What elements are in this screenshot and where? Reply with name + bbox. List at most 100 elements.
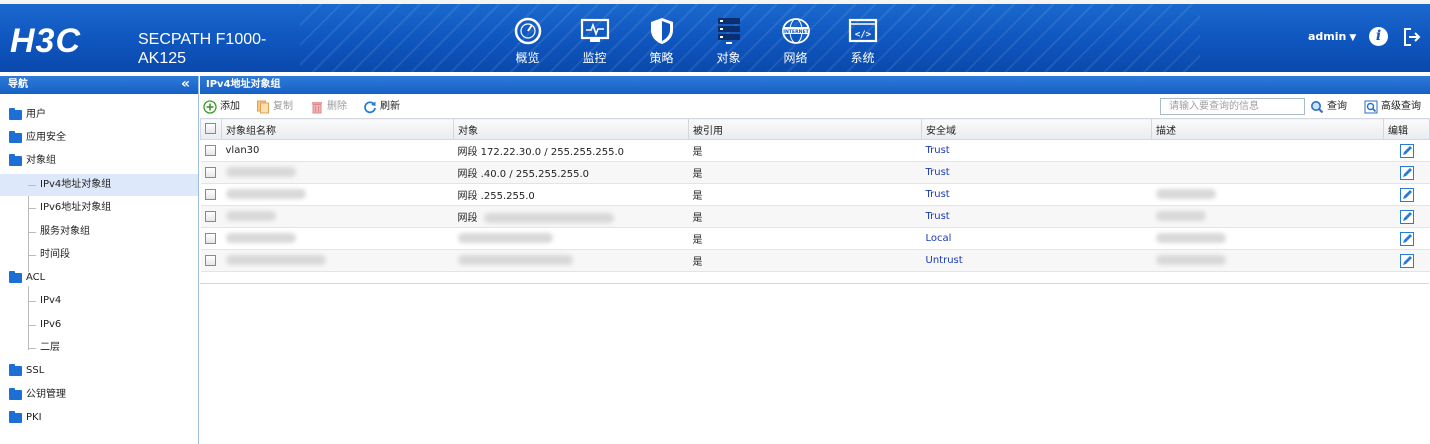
cell-referenced: 是 [688, 183, 922, 206]
cell-name [221, 205, 454, 228]
sidebar-item-label: PKI [26, 412, 42, 423]
cell-description [1151, 249, 1384, 272]
sidebar-item-label: IPv4地址对象组 [40, 179, 112, 190]
nav-system[interactable]: </> 系统 [829, 16, 896, 68]
row-checkbox[interactable] [200, 161, 222, 184]
cell-object: 网段 .40.0 / 255.255.255.0 [453, 161, 689, 184]
collapse-sidebar-icon[interactable]: « [181, 76, 190, 93]
sidebar-item-object-groups[interactable]: 对象组 [0, 150, 198, 172]
query-button[interactable]: 查询 [1310, 99, 1347, 115]
sidebar-item-label: 用户 [26, 109, 46, 120]
edit-button[interactable] [1383, 139, 1430, 162]
sidebar-item-acl[interactable]: ACL [0, 267, 198, 289]
monitor-icon [580, 16, 610, 46]
copy-button[interactable]: 复制 [256, 99, 293, 115]
redacted-text [1155, 233, 1226, 243]
column-header-zone[interactable]: 安全域 [921, 118, 1152, 140]
nav-objects[interactable]: 对象 [695, 16, 762, 68]
cell-zone[interactable]: Trust [921, 161, 1152, 184]
edit-button[interactable] [1383, 227, 1430, 250]
cell-name [221, 227, 454, 250]
sidebar-item-acl-ipv6[interactable]: IPv6 [0, 314, 198, 336]
table-row: 网段 .255.255.0 是 Trust [200, 183, 1430, 206]
nav-objects-label: 对象 [716, 51, 741, 65]
cell-referenced: 是 [688, 161, 922, 184]
row-checkbox[interactable] [200, 205, 222, 228]
delete-button[interactable]: 删除 [310, 99, 347, 115]
advanced-query-label: 高级查询 [1381, 101, 1421, 112]
logout-icon[interactable] [1403, 27, 1421, 47]
folder-icon [9, 108, 22, 120]
column-header-referenced[interactable]: 被引用 [688, 118, 922, 140]
refresh-button[interactable]: 刷新 [363, 99, 400, 115]
column-header-name[interactable]: 对象组名称 [221, 118, 454, 140]
sidebar-item-ssl[interactable]: SSL [0, 360, 198, 382]
tree-connector [28, 185, 36, 186]
redacted-text [1155, 189, 1216, 199]
sidebar-item-ipv4-address-group[interactable]: IPv4地址对象组 [0, 174, 198, 196]
sidebar-item-public-key[interactable]: 公钥管理 [0, 384, 198, 406]
sidebar-item-acl-ipv4[interactable]: IPv4 [0, 290, 198, 312]
row-checkbox[interactable] [200, 249, 222, 272]
nav-system-label: 系统 [850, 51, 875, 65]
sidebar-item-label: IPv6地址对象组 [40, 202, 112, 213]
sidebar-item-service-group[interactable]: 服务对象组 [0, 221, 198, 243]
dashboard-gauge-icon [513, 16, 543, 46]
query-label: 查询 [1327, 101, 1347, 112]
sidebar-item-users[interactable]: 用户 [0, 104, 198, 126]
cell-name [221, 249, 454, 272]
edit-icon [1399, 165, 1414, 180]
cell-referenced: 是 [688, 205, 922, 228]
folder-open-icon [9, 154, 22, 166]
nav-monitor[interactable]: 监控 [561, 16, 628, 68]
sidebar-item-label: 应用安全 [26, 132, 66, 143]
column-header-description[interactable]: 描述 [1151, 118, 1384, 140]
add-label: 添加 [220, 101, 240, 112]
shield-icon [647, 16, 677, 46]
cell-zone[interactable]: Trust [921, 183, 1152, 206]
sidebar-item-pki[interactable]: PKI [0, 407, 198, 429]
redacted-text [225, 189, 306, 199]
nav-network[interactable]: INTERNET 网络 [762, 16, 829, 68]
advanced-query-button[interactable]: 高级查询 [1364, 99, 1421, 115]
user-menu[interactable]: admin ▼ [1308, 30, 1356, 43]
nav-overview[interactable]: 概览 [494, 16, 561, 68]
cell-object: 网段 .255.255.0 [453, 183, 689, 206]
sidebar-item-label: IPv6 [40, 319, 62, 330]
sidebar-item-app-security[interactable]: 应用安全 [0, 127, 198, 149]
cell-description [1151, 205, 1384, 228]
internet-globe-icon: INTERNET [781, 16, 811, 46]
search-input[interactable] [1160, 98, 1305, 115]
object-group-table: 对象组名称 对象 被引用 安全域 描述 编辑 vlan30 网段 172.22.… [200, 118, 1430, 272]
folder-open-icon [9, 271, 22, 283]
edit-button[interactable] [1383, 205, 1430, 228]
sidebar-header: 导航 « [0, 76, 198, 94]
add-button[interactable]: 添加 [203, 99, 240, 115]
sidebar-item-label: 时间段 [40, 249, 70, 260]
row-checkbox[interactable] [200, 139, 222, 162]
cell-zone[interactable]: Local [921, 227, 1152, 250]
info-icon[interactable]: i [1369, 27, 1388, 46]
cell-zone[interactable]: Untrust [921, 249, 1152, 272]
cell-referenced: 是 [688, 227, 922, 250]
cell-description [1151, 227, 1384, 250]
nav-policy[interactable]: 策略 [628, 16, 695, 68]
edit-button[interactable] [1383, 249, 1430, 272]
cell-zone[interactable]: Trust [921, 139, 1152, 162]
folder-icon [9, 388, 22, 400]
redacted-text [457, 255, 573, 265]
row-checkbox[interactable] [200, 183, 222, 206]
sidebar-item-ipv6-address-group[interactable]: IPv6地址对象组 [0, 197, 198, 219]
table-row: 网段 是 Trust [200, 205, 1430, 228]
select-all-checkbox[interactable] [200, 118, 222, 140]
sidebar-item-acl-layer2[interactable]: 二层 [0, 337, 198, 359]
table-row: vlan30 网段 172.22.30.0 / 255.255.255.0 是 … [200, 139, 1430, 162]
sidebar-item-label: 服务对象组 [40, 226, 90, 237]
edit-button[interactable] [1383, 161, 1430, 184]
cell-zone[interactable]: Trust [921, 205, 1152, 228]
column-header-object[interactable]: 对象 [453, 118, 689, 140]
edit-icon [1399, 143, 1414, 158]
sidebar-item-time-range[interactable]: 时间段 [0, 244, 198, 266]
edit-button[interactable] [1383, 183, 1430, 206]
row-checkbox[interactable] [200, 227, 222, 250]
